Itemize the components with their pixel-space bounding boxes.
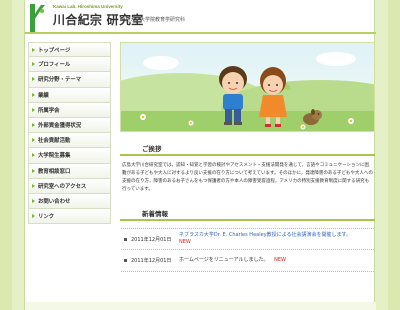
page-container: Kawai Lab. Hiroshima University 川合紀宗 研究室… <box>24 0 376 310</box>
news-list: 2011年12月01日 ネブラスカ大学Dr. E. Charles Healey… <box>121 228 374 272</box>
greeting-text: 広島大学川合研究室では，認知・知覚と学習の検討やアセスメント・支援法開発を通じて… <box>122 163 373 192</box>
news-item: 2011年12月01日 ホームページをリニューアルしました。 NEW <box>121 250 374 272</box>
sidebar-item-label: 大学院生募集 <box>38 153 71 160</box>
sidebar-item-label: お問い合わせ <box>38 198 71 205</box>
news-date-cell: 2011年12月01日 <box>121 236 179 243</box>
sidebar-item-consult[interactable]: 教育相談窓口 <box>28 163 111 179</box>
news-link[interactable]: ネブラスカ大学Dr. E. Charles Healey教授による社会講演会を開… <box>179 232 351 238</box>
new-badge: NEW <box>179 239 191 245</box>
sidebar-item-label: 所属学会 <box>38 107 60 114</box>
arrow-right-icon <box>32 47 35 52</box>
footer-strip <box>25 302 376 310</box>
sidebar-item-access[interactable]: 研究室へのアクセス <box>28 178 111 194</box>
sidebar-item-top[interactable]: トップページ <box>28 42 111 58</box>
sidebar-item-label: 外部資金獲得状況 <box>38 123 82 130</box>
arrow-right-icon <box>32 214 35 219</box>
bullet-square-icon <box>124 237 127 241</box>
arrow-right-icon <box>32 92 35 97</box>
arrow-right-icon <box>32 107 35 112</box>
sidebar-item-contact[interactable]: お問い合わせ <box>28 193 111 210</box>
header-divider <box>25 32 376 34</box>
sidebar-item-label: 業績 <box>38 92 49 99</box>
arrow-right-icon <box>32 123 35 128</box>
arrow-right-icon <box>32 77 35 82</box>
sidebar-item-label: 研究分野・テーマ <box>38 77 82 84</box>
arrow-right-icon <box>32 183 35 188</box>
arrow-right-icon <box>32 168 35 173</box>
sidebar-item-label: リンク <box>38 214 55 221</box>
news-date: 2011年12月01日 <box>131 236 172 243</box>
arrow-right-icon <box>32 138 35 143</box>
children-illustration-icon <box>121 43 374 131</box>
logo[interactable] <box>27 2 49 34</box>
site-subtitle: 広島大学大学院教育学研究科 <box>120 17 186 23</box>
sidebar-item-societies[interactable]: 所属学会 <box>28 102 111 118</box>
lab-english-name: Kawai Lab. Hiroshima University <box>53 4 123 9</box>
greeting-heading: ご挨拶 <box>120 143 375 156</box>
heading-underline <box>120 154 375 156</box>
arrow-right-icon <box>32 153 35 158</box>
sidebar-item-funding[interactable]: 外部資金獲得状況 <box>28 117 111 134</box>
site-header: Kawai Lab. Hiroshima University 川合紀宗 研究室… <box>25 0 376 36</box>
news-heading: 新着情報 <box>120 208 375 221</box>
news-title: 新着情報 <box>142 210 168 218</box>
news-date-cell: 2011年12月01日 <box>121 257 179 264</box>
sidebar-item-label: 教育相談窓口 <box>38 168 71 175</box>
sidebar-item-label: 社会貢献活動 <box>38 138 71 145</box>
lab-logo-icon <box>27 2 49 34</box>
news-date: 2011年12月01日 <box>131 258 172 264</box>
sidebar-nav: トップページ プロフィール 研究分野・テーマ 業績 所属学会 外部資金獲得状況 … <box>28 42 111 225</box>
sidebar-item-profile[interactable]: プロフィール <box>28 57 111 73</box>
sidebar-item-recruit[interactable]: 大学院生募集 <box>28 148 111 164</box>
news-body: ホームページをリニューアルしました。 NEW <box>179 257 286 264</box>
greeting-title: ご挨拶 <box>142 145 162 153</box>
sidebar-item-links[interactable]: リンク <box>28 209 111 225</box>
sidebar-item-label: プロフィール <box>38 62 71 69</box>
sidebar-item-label: 研究室へのアクセス <box>38 183 87 190</box>
news-text: ホームページをリニューアルしました。 <box>179 257 269 263</box>
background-stripe-right <box>388 0 400 310</box>
sidebar-item-research[interactable]: 研究分野・テーマ <box>28 72 111 88</box>
heading-underline <box>120 219 375 221</box>
new-badge: NEW <box>274 257 286 263</box>
sidebar-item-label: トップページ <box>38 47 71 54</box>
sidebar-item-achievements[interactable]: 業績 <box>28 87 111 103</box>
arrow-right-icon <box>32 62 35 67</box>
news-body: ネブラスカ大学Dr. E. Charles Healey教授による社会講演会を開… <box>179 232 351 246</box>
hero-illustration <box>120 42 375 132</box>
news-item: 2011年12月01日 ネブラスカ大学Dr. E. Charles Healey… <box>121 228 374 250</box>
background-stripe-left <box>0 0 12 310</box>
bullet-square-icon <box>124 259 127 262</box>
sidebar-item-social[interactable]: 社会貢献活動 <box>28 133 111 149</box>
arrow-right-icon <box>32 198 35 203</box>
